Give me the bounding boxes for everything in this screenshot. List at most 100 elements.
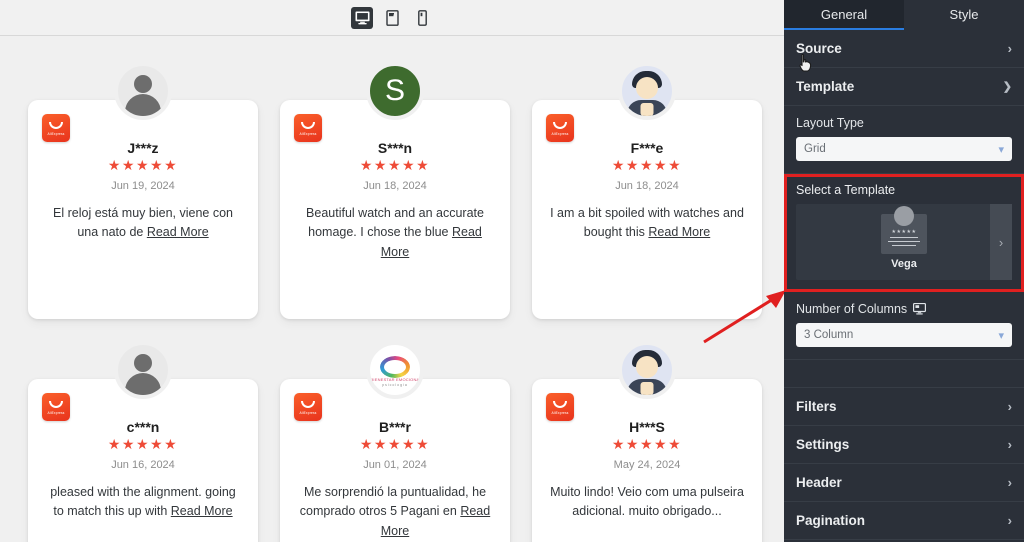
avatar-logo-line2: psicologia (382, 383, 408, 387)
rating-stars: ★★★★★ (359, 157, 431, 173)
reviewer-name: c***n (126, 419, 160, 435)
number-of-columns-field: Number of Columns 3 Column ▾ (784, 292, 1024, 360)
section-pagination[interactable]: Pagination › (784, 502, 1024, 540)
review-card[interactable]: AliExpress S***n ★★★★★ Jun 18, 2024 Beau… (280, 62, 510, 319)
review-date: Jun 01, 2024 (363, 459, 427, 471)
review-text: El reloj está muy bien, viene con una na… (53, 206, 233, 240)
tablet-view-button[interactable] (381, 7, 403, 29)
review-card[interactable]: AliExpress J***z ★★★★★ Jun 19, 2024 El r… (28, 62, 258, 319)
desktop-icon (913, 303, 927, 315)
review-date: Jun 18, 2024 (363, 180, 427, 192)
aliexpress-badge-icon: AliExpress (42, 114, 70, 142)
review-text: Muito lindo! Veio com uma pulseira adici… (550, 485, 744, 519)
avatar (618, 62, 676, 120)
select-template-highlight: Select a Template ★★★★★ Vega › (784, 174, 1024, 292)
review-card[interactable]: AliExpress c***n ★★★★★ Jun 16, 2024 plea… (28, 341, 258, 542)
panel-tabs: General Style (784, 0, 1024, 30)
section-header[interactable]: Header › (784, 464, 1024, 502)
reviewer-name: H***S (629, 419, 665, 435)
reviewer-name: S***n (377, 140, 413, 156)
chevron-down-icon: ▾ (998, 143, 1004, 156)
section-settings[interactable]: Settings › (784, 426, 1024, 464)
review-date: Jun 16, 2024 (111, 459, 175, 471)
avatar (618, 341, 676, 399)
panel-spacer (784, 360, 1024, 388)
number-of-columns-select[interactable]: 3 Column ▾ (796, 323, 1012, 347)
rating-stars: ★★★★★ (611, 157, 683, 173)
review-card[interactable]: AliExpress H***S ★★★★★ May 24, 2024 Muit… (532, 341, 762, 542)
chevron-right-icon: › (1007, 437, 1012, 452)
reviewer-name: F***e (630, 140, 664, 156)
section-settings-label: Settings (796, 437, 850, 452)
template-option-vega[interactable]: ★★★★★ Vega (881, 206, 927, 270)
desktop-icon (355, 10, 369, 24)
review-card[interactable]: AliExpress B***r ★★★★★ Jun 01, 2024 Me s… (280, 341, 510, 542)
editor-screen: AliExpress J***z ★★★★★ Jun 19, 2024 El r… (0, 0, 1024, 542)
template-thumbnail-icon: ★★★★★ (881, 206, 927, 254)
reviews-preview-canvas: AliExpress J***z ★★★★★ Jun 19, 2024 El r… (0, 36, 784, 542)
mobile-view-button[interactable] (411, 7, 433, 29)
avatar (114, 62, 172, 120)
review-card[interactable]: AliExpress F***e ★★★★★ Jun 18, 2024 I am… (532, 62, 762, 319)
chevron-down-icon: ▾ (998, 329, 1004, 342)
section-template[interactable]: Template ❯ (784, 68, 1024, 106)
aliexpress-badge-icon: AliExpress (546, 393, 574, 421)
review-date: Jun 19, 2024 (111, 180, 175, 192)
layout-type-value: Grid (804, 143, 826, 155)
template-next-button[interactable]: › (990, 204, 1012, 280)
read-more-link[interactable]: Read More (147, 225, 209, 239)
section-template-label: Template (796, 79, 855, 94)
read-more-link[interactable]: Read More (171, 504, 233, 518)
read-more-link[interactable]: Read More (648, 225, 710, 239)
tab-general[interactable]: General (784, 0, 904, 30)
review-date: Jun 18, 2024 (615, 180, 679, 192)
avatar: BIENESTAR EMOCIONA psicologia (366, 341, 424, 399)
aliexpress-badge-icon: AliExpress (42, 393, 70, 421)
chevron-right-icon: › (1007, 513, 1012, 528)
brand-logo-icon (380, 356, 410, 378)
review-text: Beautiful watch and an accurate homage. … (306, 206, 484, 259)
section-source[interactable]: Source › (784, 30, 1024, 68)
section-header-label: Header (796, 475, 842, 490)
chevron-right-icon: › (1007, 41, 1012, 56)
avatar: S (366, 62, 424, 120)
avatar-initial: S (384, 74, 405, 107)
review-text: pleased with the alignment. going to mat… (50, 485, 236, 519)
desktop-view-button[interactable] (351, 6, 373, 29)
rating-stars: ★★★★★ (359, 436, 431, 452)
layout-type-label: Layout Type (796, 116, 864, 130)
section-filters[interactable]: Filters › (784, 388, 1024, 426)
chevron-right-icon: › (1007, 475, 1012, 490)
aliexpress-badge-icon: AliExpress (294, 393, 322, 421)
reviewer-name: B***r (379, 419, 411, 435)
layout-type-select[interactable]: Grid ▾ (796, 137, 1012, 161)
review-text: I am a bit spoiled with watches and boug… (550, 206, 744, 240)
aliexpress-badge-icon: AliExpress (546, 114, 574, 142)
rating-stars: ★★★★★ (611, 436, 683, 452)
mouse-cursor-pointer-icon (799, 54, 812, 72)
reviews-grid: AliExpress J***z ★★★★★ Jun 19, 2024 El r… (0, 36, 784, 542)
avatar (114, 341, 172, 399)
layout-type-field: Layout Type Grid ▾ (784, 106, 1024, 174)
rating-stars: ★★★★★ (107, 157, 179, 173)
review-date: May 24, 2024 (613, 459, 681, 471)
reviewer-name: J***z (127, 140, 159, 156)
template-carousel: ★★★★★ Vega › (796, 204, 1012, 280)
review-text: Me sorprendió la puntualidad, he comprad… (299, 485, 491, 538)
tab-style[interactable]: Style (904, 0, 1024, 30)
device-preview-toolbar (0, 0, 784, 36)
number-of-columns-label: Number of Columns (796, 302, 1012, 316)
section-filters-label: Filters (796, 399, 837, 414)
rating-stars: ★★★★★ (107, 436, 179, 452)
section-pagination-label: Pagination (796, 513, 866, 528)
number-of-columns-value: 3 Column (804, 329, 854, 341)
tablet-icon (385, 9, 399, 26)
chevron-down-icon: ❯ (1002, 81, 1012, 93)
template-name: Vega (891, 258, 917, 270)
select-template-label: Select a Template (796, 183, 896, 197)
settings-panel: General Style Source › Template ❯ Layout… (784, 0, 1024, 542)
avatar-logo-line1: BIENESTAR EMOCIONA (370, 377, 420, 382)
chevron-right-icon: › (1007, 399, 1012, 414)
aliexpress-badge-icon: AliExpress (294, 114, 322, 142)
mobile-icon (417, 9, 427, 26)
